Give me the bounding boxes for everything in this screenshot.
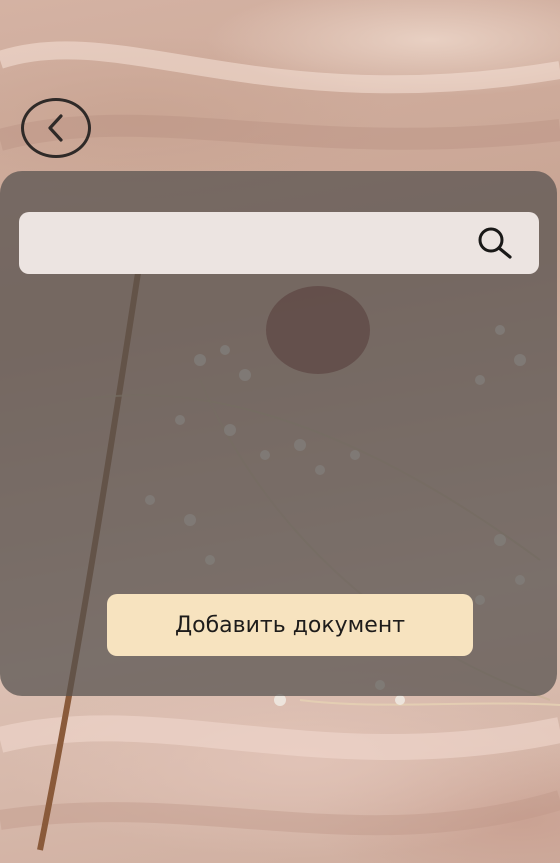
content-panel: Добавить документ: [0, 171, 557, 696]
search-bar: [19, 212, 539, 274]
chevron-left-icon: [48, 114, 63, 142]
add-document-button[interactable]: Добавить документ: [107, 594, 473, 656]
search-icon: [478, 227, 512, 259]
search-button[interactable]: [465, 212, 525, 274]
search-input[interactable]: [19, 212, 465, 274]
back-button[interactable]: [21, 98, 91, 158]
